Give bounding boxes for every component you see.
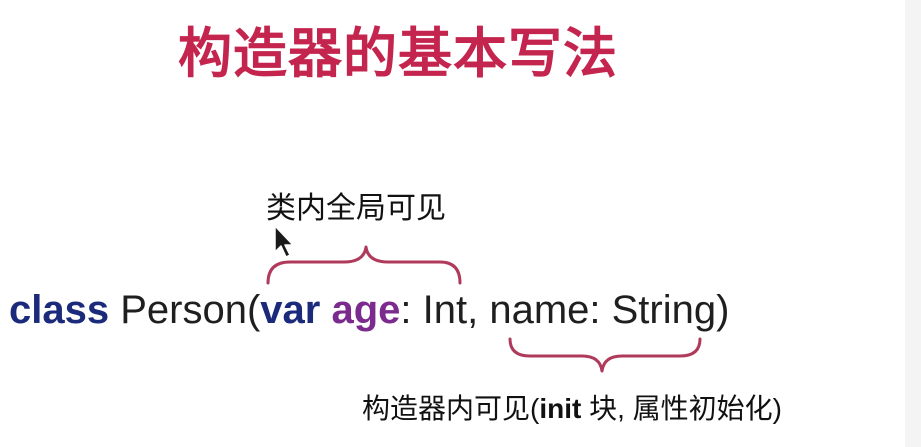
- lower-brace: [508, 337, 702, 373]
- class-name-text: Person(: [109, 288, 261, 332]
- note-suffix: 块, 属性初始化): [581, 393, 782, 424]
- param-age: age: [331, 288, 401, 332]
- keyword-class: class: [9, 288, 110, 332]
- note-init-word: init: [539, 393, 582, 424]
- params-rest: : Int, name: String): [400, 288, 730, 332]
- code-line: class Person(var age: Int, name: String): [9, 284, 729, 336]
- brace-annotations: [266, 245, 702, 373]
- slide: 构造器的基本写法 类内全局可见 class Person(var age: In…: [0, 0, 921, 447]
- note-prefix: 构造器内可见(: [362, 393, 540, 424]
- mouse-cursor-icon: [274, 225, 294, 258]
- keyword-var: var: [260, 288, 321, 332]
- annotation-constructor-scope: 构造器内可见(init 块, 属性初始化): [362, 391, 782, 427]
